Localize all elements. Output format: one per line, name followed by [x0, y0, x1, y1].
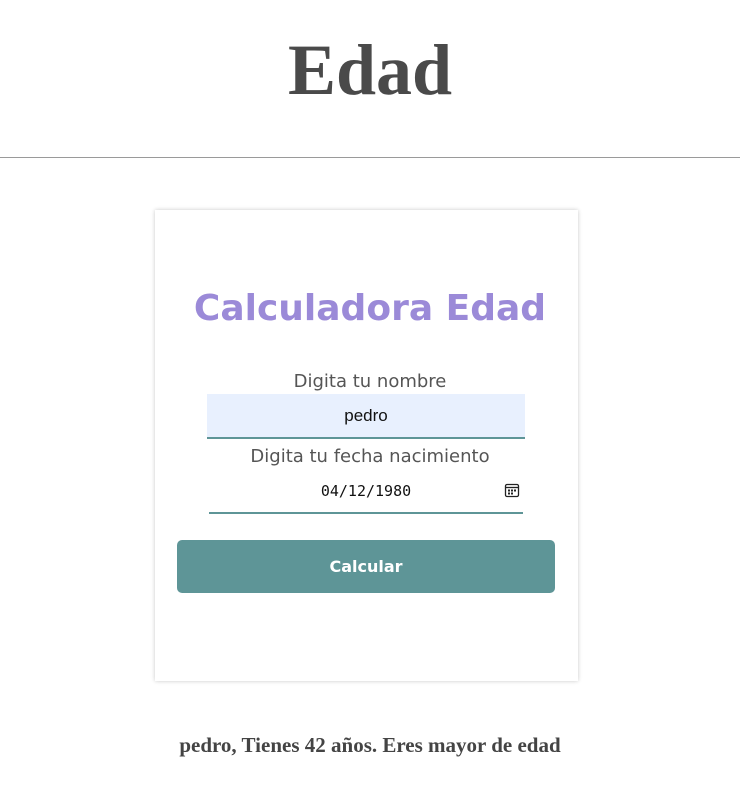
result-message: pedro, Tienes 42 años. Eres mayor de eda…: [179, 733, 561, 757]
birthdate-label: Digita tu fecha nacimiento: [250, 446, 490, 467]
birthdate-input[interactable]: 04/12/1980: [209, 470, 523, 514]
card-title: Calculadora Edad: [193, 288, 547, 329]
calculate-button[interactable]: Calcular: [177, 540, 555, 593]
name-label: Digita tu nombre: [293, 371, 447, 392]
name-input[interactable]: [207, 394, 525, 439]
calendar-icon[interactable]: [504, 482, 520, 498]
birthdate-value[interactable]: 04/12/1980: [209, 481, 523, 501]
page-title: Edad: [287, 30, 453, 110]
header-divider: [0, 157, 740, 158]
